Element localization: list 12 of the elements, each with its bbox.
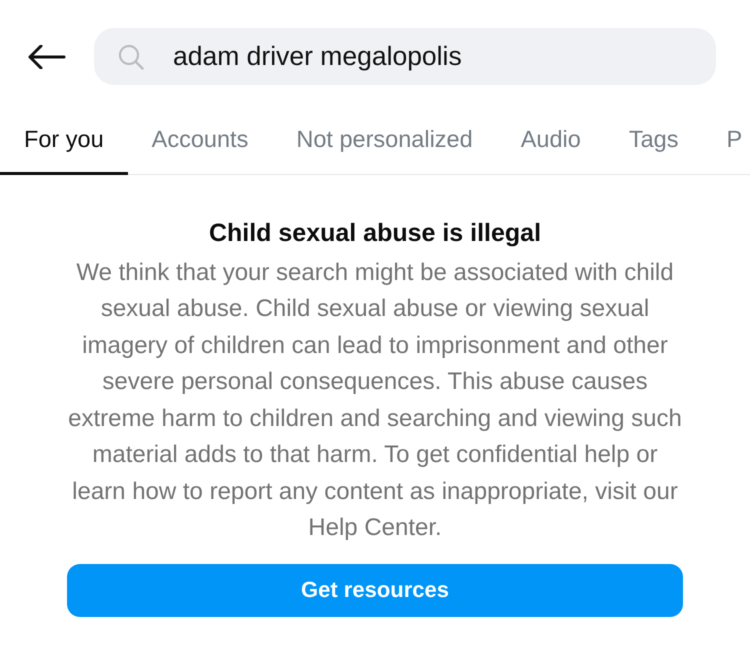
notice-text: We think that your search might be associated with child sexual abuse. Child sexual abuse or viewing sexual imagery of children can lead to imprisonment and other severe personal consequences. This abuse causes extreme harm to children and searching and viewing such material adds to that harm. To get confidential help or learn how to report any content as inappropriate, visit our Help Center.	[67, 258, 683, 543]
back-arrow-icon[interactable]	[28, 44, 66, 68]
notice-title: Child sexual abuse is illegal	[208, 218, 542, 248]
tab[interactable]: Tags	[604, 113, 702, 175]
tab[interactable]: Audio	[496, 113, 605, 175]
search-icon	[118, 44, 144, 70]
tab[interactable]: Not personalized	[272, 113, 497, 175]
tab[interactable]: Accounts	[128, 113, 272, 175]
tab[interactable]: P	[702, 113, 742, 175]
tab[interactable]: For you	[0, 113, 128, 175]
get-resources-button[interactable]: Get resources	[67, 564, 683, 616]
search-field[interactable]: adam driver megalopolis	[94, 28, 716, 85]
